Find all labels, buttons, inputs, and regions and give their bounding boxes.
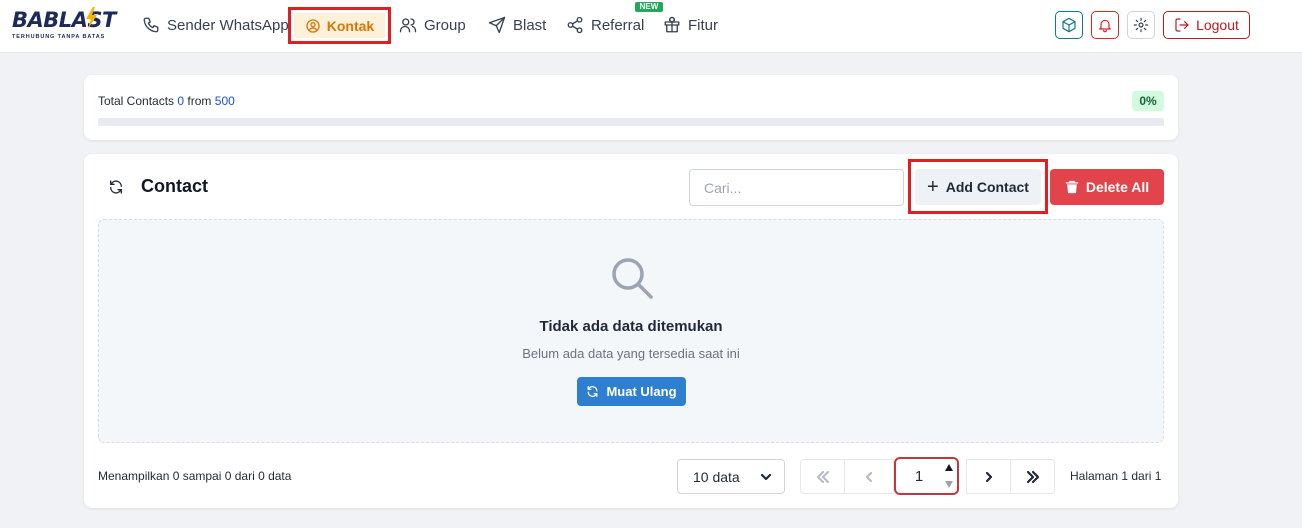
nav-item-label: Sender WhatsApp <box>167 16 289 34</box>
add-contact-button[interactable]: + Add Contact <box>915 169 1041 205</box>
page-count-info: Halaman 1 dari 1 <box>1070 469 1162 483</box>
app-logo[interactable]: BABLAST TERHUBUNG TANPA BATAS <box>12 7 116 44</box>
share-icon <box>567 16 583 34</box>
empty-state-title: Tidak ada data ditemukan <box>539 318 723 335</box>
gear-icon <box>1133 17 1149 33</box>
logo-text: BABLAST <box>12 8 116 32</box>
bell-icon <box>1099 19 1111 33</box>
delete-all-label: Delete All <box>1085 179 1150 195</box>
page-size-select[interactable]: 10 data <box>677 459 785 494</box>
nav-item-label: Kontak <box>326 17 375 34</box>
refresh-icon <box>110 180 122 194</box>
users-icon <box>399 18 417 33</box>
empty-state-subtitle: Belum ada data yang tersedia saat ini <box>522 346 740 361</box>
quota-limit: 500 <box>214 94 235 108</box>
trash-icon <box>1065 180 1078 194</box>
contact-quota-text: Total Contacts 0 from 500 <box>98 94 235 108</box>
logout-icon <box>1175 18 1189 32</box>
new-badge: NEW <box>635 2 663 12</box>
previous-page-button[interactable] <box>844 459 894 494</box>
quota-from: from <box>187 94 212 108</box>
logout-label: Logout <box>1196 17 1239 33</box>
nav-item-label: Fitur <box>688 16 718 34</box>
package-icon <box>1062 17 1076 33</box>
spin-down-icon[interactable] <box>944 479 954 489</box>
nav-item-label: Referral <box>591 16 645 34</box>
contact-card: Contact + Add Contact Delete All Tidak a… <box>84 154 1178 508</box>
chevron-right-icon <box>985 471 992 482</box>
refresh-icon <box>588 386 598 397</box>
settings-button[interactable] <box>1127 11 1155 39</box>
last-page-button[interactable] <box>1010 459 1055 494</box>
gift-icon <box>664 16 680 33</box>
quota-progress-bar <box>98 118 1164 126</box>
send-icon <box>488 16 506 34</box>
chevron-left-icon <box>865 471 873 482</box>
reload-label: Muat Ulang <box>606 384 677 399</box>
chevron-down-icon <box>760 470 772 482</box>
package-button[interactable] <box>1055 11 1083 39</box>
add-contact-highlight: + Add Contact <box>908 159 1048 214</box>
add-contact-label: Add Contact <box>945 179 1029 195</box>
contact-quota-card: Total Contacts 0 from 500 0% <box>84 75 1178 140</box>
plus-icon: + <box>927 176 939 198</box>
first-page-button[interactable] <box>800 459 845 494</box>
refresh-button[interactable] <box>108 179 124 195</box>
showing-info: Menampilkan 0 sampai 0 dari 0 data <box>98 469 292 483</box>
top-navigation-bar: BABLAST TERHUBUNG TANPA BATAS Sender Wha… <box>0 0 1302 53</box>
user-circle-icon <box>306 18 320 33</box>
nav-item-group[interactable]: Group <box>399 0 466 50</box>
lightning-bolt-icon <box>86 7 97 29</box>
search-input[interactable] <box>689 169 904 206</box>
empty-state: Tidak ada data ditemukan Belum ada data … <box>98 219 1164 443</box>
phone-icon <box>143 17 159 33</box>
next-page-button[interactable] <box>966 459 1011 494</box>
logout-button[interactable]: Logout <box>1163 11 1250 39</box>
notifications-button[interactable] <box>1091 11 1119 39</box>
page-title: Contact <box>141 176 208 196</box>
quota-current: 0 <box>177 94 185 108</box>
nav-item-label: Group <box>424 16 466 34</box>
nav-item-kontak-inner: Kontak <box>294 13 385 38</box>
reload-button[interactable]: Muat Ulang <box>577 377 686 406</box>
spin-up-icon[interactable] <box>944 463 954 473</box>
page-size-value: 10 data <box>693 468 740 485</box>
nav-item-kontak[interactable]: Kontak <box>288 7 391 44</box>
nav-item-fitur[interactable]: Fitur <box>663 0 718 50</box>
double-chevron-right-icon <box>1026 470 1039 483</box>
page-number-stepper[interactable] <box>894 457 959 495</box>
logo-tagline: TERHUBUNG TANPA BATAS <box>12 34 106 40</box>
double-chevron-left-icon <box>816 470 829 483</box>
nav-item-referral[interactable]: Referral <box>566 0 644 50</box>
quota-percent-badge: 0% <box>1132 91 1164 111</box>
page-number-input[interactable] <box>896 459 942 493</box>
delete-all-button[interactable]: Delete All <box>1050 169 1164 205</box>
nav-item-label: Blast <box>513 16 547 34</box>
nav-item-blast[interactable]: Blast <box>488 0 546 50</box>
quota-prefix: Total Contacts <box>98 94 175 108</box>
nav-item-sender-whatsapp[interactable]: Sender WhatsApp <box>142 0 289 50</box>
search-icon <box>608 254 656 302</box>
